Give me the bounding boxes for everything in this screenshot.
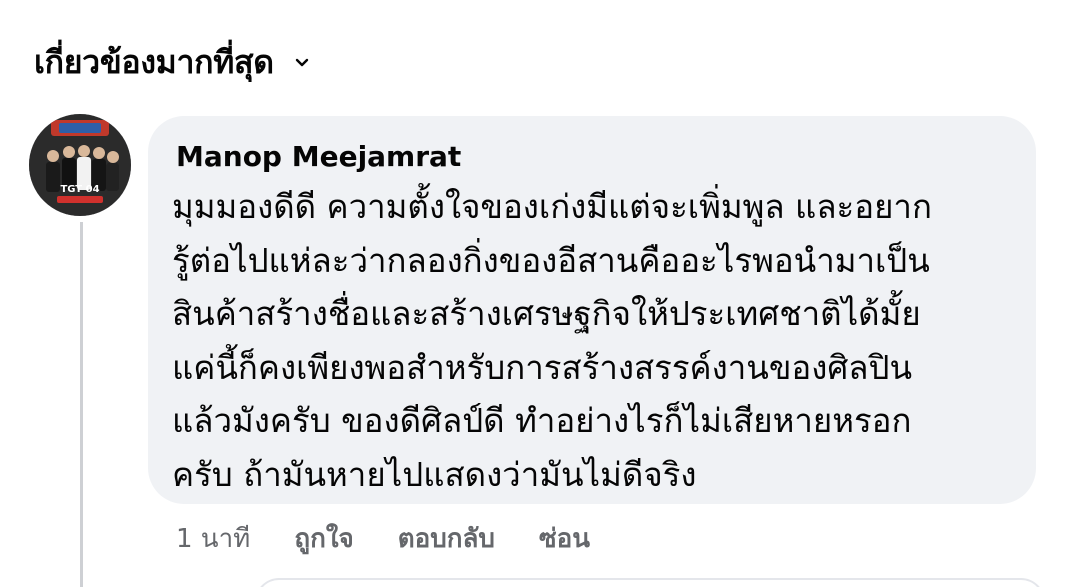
comment-timestamp[interactable]: 1 นาที — [176, 518, 250, 559]
avatar-text: TGT 04 — [60, 184, 99, 195]
comment-sort-dropdown[interactable]: เกี่ยวข้องมากที่สุด — [34, 36, 310, 88]
comment-line: มุมมองดีดี ความตั้งใจของเก่งมีแต่จะเพิ่ม… — [172, 187, 932, 226]
like-button[interactable]: ถูกใจ — [294, 518, 353, 559]
hide-button[interactable]: ซ่อน — [539, 518, 590, 559]
sort-label: เกี่ยวข้องมากที่สุด — [34, 42, 274, 81]
reply-thread-line — [80, 222, 83, 587]
comment-line: แล้วมังครับ ของดีศิลป์ดี ทำอย่างไรก็ไม่เ… — [172, 401, 912, 440]
chevron-down-icon — [294, 54, 310, 70]
comment-line: รู้ต่อไปแห่ละว่ากลองกิ่งของอีสานคืออะไรพ… — [172, 240, 930, 280]
comment-bubble: Manop Meejamrat มุมมองดีดี ความตั้งใจของ… — [148, 116, 1036, 504]
comments-section: เกี่ยวข้องมากที่สุด TGT 04 Manop Meejamr… — [0, 0, 1080, 587]
comment-line: ครับ ถ้ามันหายไปแสดงว่ามันไม่ดีจริง — [172, 454, 697, 494]
reply-button[interactable]: ตอบกลับ — [398, 518, 495, 559]
comment-actions: 1 นาที ถูกใจ ตอบกลับ ซ่อน — [176, 518, 590, 558]
comment-author[interactable]: Manop Meejamrat — [176, 140, 1006, 174]
comment-line: แค่นี้ก็คงเพียงพอสำหรับการสร้างสรรค์งานข… — [172, 347, 913, 387]
avatar[interactable]: TGT 04 — [29, 114, 131, 216]
comment-line: สินค้าสร้างชื่อและสร้างเศรษฐกิจให้ประเทศ… — [172, 294, 921, 333]
comment-text: มุมมองดีดี ความตั้งใจของเก่งมีแต่จะเพิ่ม… — [172, 180, 1006, 501]
reply-input-box[interactable] — [255, 578, 1045, 587]
